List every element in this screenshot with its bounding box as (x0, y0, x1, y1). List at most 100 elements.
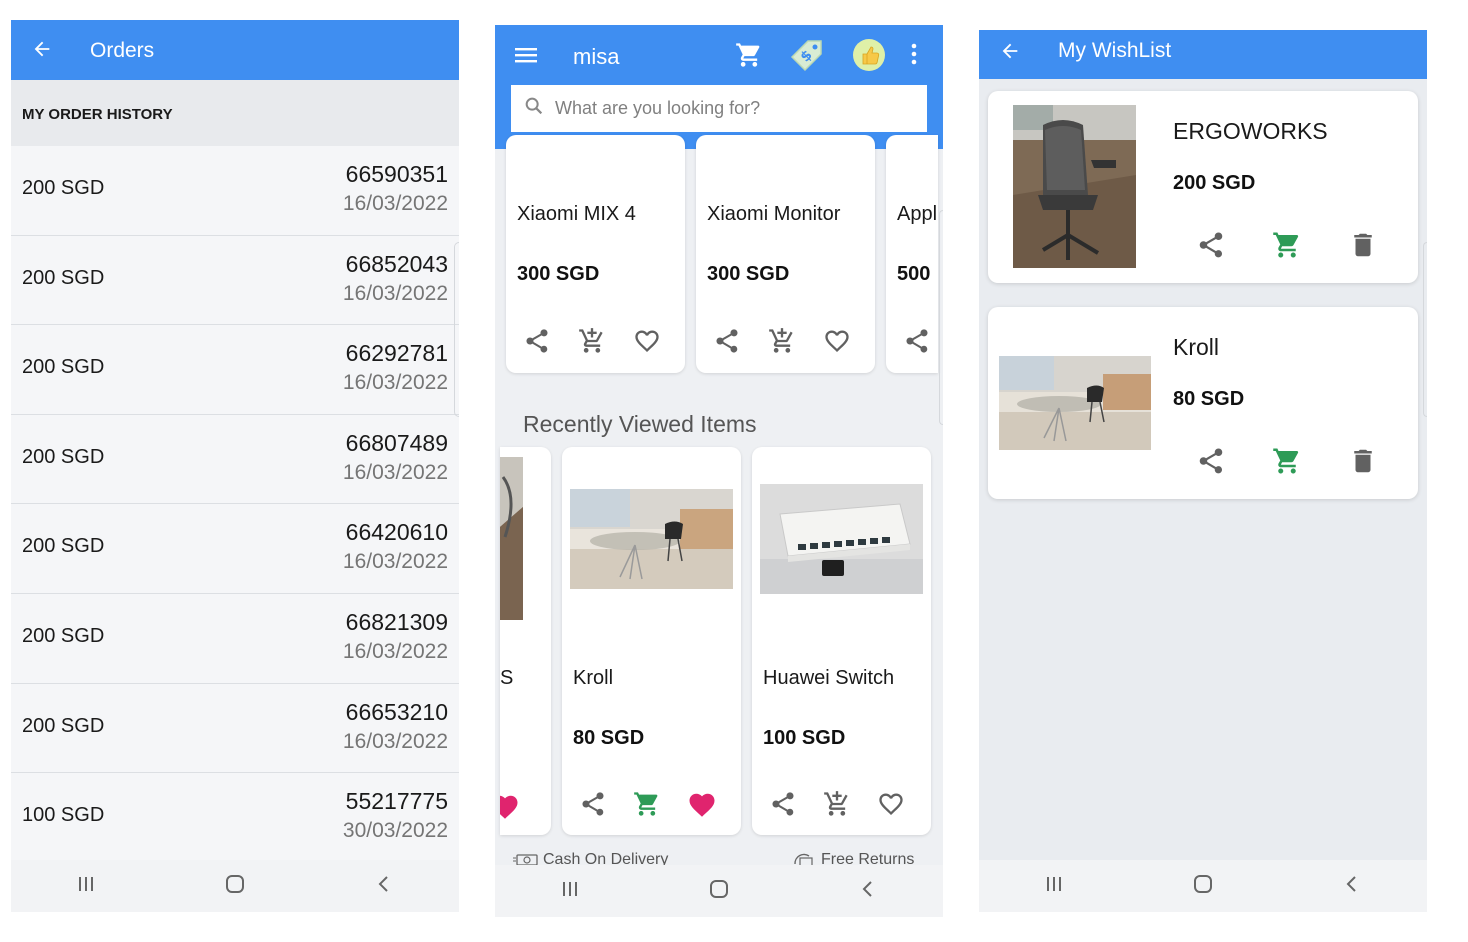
order-id: 66653210 (345, 698, 448, 725)
product-card[interactable]: Xiaomi Monitor 300 SGD (696, 135, 875, 373)
product-name: Xiaomi Monitor (707, 203, 841, 225)
product-price: 100 SGD (763, 727, 846, 749)
recent-item-card[interactable]: S (500, 447, 551, 835)
wishlist-item-price: 200 SGD (1173, 172, 1256, 194)
order-row[interactable]: 100 SGD 55217775 30/03/2022 (11, 773, 459, 863)
scroll-handle[interactable] (939, 210, 943, 425)
product-image (1013, 105, 1136, 268)
product-image (999, 356, 1151, 450)
add-to-cart-icon[interactable] (823, 790, 851, 823)
nav-back-icon[interactable] (857, 879, 879, 904)
product-image (760, 484, 923, 594)
more-vert-icon[interactable] (910, 43, 918, 70)
product-image (570, 489, 733, 589)
share-icon[interactable] (579, 790, 607, 825)
home-icon[interactable] (224, 874, 246, 899)
thumb-icon[interactable] (852, 38, 886, 77)
product-name: S (500, 667, 514, 689)
order-row[interactable]: 200 SGD 66807489 16/03/2022 (11, 414, 459, 505)
menu-icon[interactable] (515, 45, 537, 70)
share-icon[interactable] (713, 327, 741, 360)
wishlist-item-card[interactable]: ERGOWORKS 200 SGD (988, 91, 1418, 283)
heart-filled-icon[interactable] (500, 792, 520, 827)
product-card[interactable]: Appl 500 (886, 135, 938, 373)
order-amount: 200 SGD (22, 266, 105, 289)
share-icon[interactable] (769, 790, 797, 823)
order-amount: 200 SGD (22, 356, 105, 379)
order-list: 200 SGD 66590351 16/03/2022 200 SGD 6685… (11, 146, 459, 863)
order-row[interactable]: 200 SGD 66821309 16/03/2022 (11, 593, 459, 684)
page-title: My WishList (1058, 39, 1172, 62)
order-date: 16/03/2022 (342, 550, 448, 574)
cart-icon[interactable] (633, 790, 661, 825)
order-id: 66821309 (345, 608, 448, 635)
back-arrow-icon[interactable] (999, 40, 1021, 62)
order-amount: 200 SGD (22, 177, 105, 199)
nav-back-icon[interactable] (373, 874, 395, 899)
search-icon (523, 95, 545, 122)
recents-icon[interactable] (1043, 874, 1065, 899)
recents-icon[interactable] (75, 874, 97, 899)
product-name: Appl (897, 203, 938, 225)
nav-back-icon[interactable] (1341, 874, 1363, 899)
share-icon[interactable] (523, 327, 551, 360)
order-row[interactable]: 200 SGD 66420610 16/03/2022 (11, 504, 459, 594)
order-id: 66852043 (345, 250, 448, 277)
heart-outline-icon[interactable] (633, 327, 661, 360)
wishlist-item-card[interactable]: Kroll 80 SGD (988, 307, 1418, 499)
product-name: Xiaomi MIX 4 (517, 203, 636, 225)
cart-icon[interactable] (1272, 230, 1302, 265)
recently-viewed-title: Recently Viewed Items (523, 411, 757, 437)
add-to-cart-icon[interactable] (768, 327, 796, 360)
wishlist-item-name: Kroll (1173, 334, 1220, 360)
orders-screen: Orders MY ORDER HISTORY 200 SGD 66590351… (11, 20, 459, 912)
share-icon[interactable] (1196, 230, 1226, 265)
heart-outline-icon[interactable] (877, 790, 905, 823)
order-amount: 200 SGD (22, 714, 105, 737)
order-date: 16/03/2022 (342, 729, 448, 753)
home-icon[interactable] (708, 879, 730, 904)
recent-item-card[interactable]: Kroll 80 SGD (562, 447, 741, 835)
heart-filled-icon[interactable] (687, 790, 717, 825)
tag-icon[interactable]: $ (788, 37, 826, 78)
recents-icon[interactable] (559, 879, 581, 904)
search-input[interactable] (555, 98, 895, 119)
system-nav-bar (495, 865, 943, 917)
product-card[interactable]: Xiaomi MIX 4 300 SGD (506, 135, 685, 373)
delete-icon[interactable] (1348, 446, 1378, 481)
order-row[interactable]: 200 SGD 66852043 16/03/2022 (11, 235, 459, 326)
order-row[interactable]: 200 SGD 66590351 16/03/2022 (11, 146, 459, 236)
wishlist-item-price: 80 SGD (1173, 388, 1245, 410)
orders-app-bar: Orders (11, 20, 459, 80)
share-icon[interactable] (903, 327, 931, 360)
order-history-header: MY ORDER HISTORY (11, 80, 459, 146)
home-icon[interactable] (1192, 874, 1214, 899)
app-title: misa (573, 44, 620, 69)
heart-outline-icon[interactable] (823, 327, 851, 360)
order-amount: 200 SGD (22, 445, 105, 468)
order-id: 66590351 (345, 161, 448, 187)
order-date: 16/03/2022 (342, 192, 448, 215)
share-icon[interactable] (1196, 446, 1226, 481)
order-id: 66292781 (345, 340, 448, 367)
add-to-cart-icon[interactable] (578, 327, 606, 360)
order-id: 66420610 (345, 519, 448, 546)
order-row[interactable]: 200 SGD 66653210 16/03/2022 (11, 683, 459, 774)
cart-icon[interactable] (735, 41, 763, 74)
system-nav-bar (979, 860, 1427, 912)
product-price: 80 SGD (573, 727, 645, 749)
scroll-handle[interactable] (454, 242, 459, 417)
order-row[interactable]: 200 SGD 66292781 16/03/2022 (11, 325, 459, 415)
back-arrow-icon[interactable] (31, 38, 53, 60)
scroll-handle[interactable] (1423, 242, 1427, 417)
cart-icon[interactable] (1272, 446, 1302, 481)
recent-item-card[interactable]: Huawei Switch 100 SGD (752, 447, 931, 835)
page-title: Orders (90, 39, 155, 62)
order-date: 16/03/2022 (342, 639, 448, 663)
order-amount: 200 SGD (22, 624, 105, 647)
order-amount: 200 SGD (22, 535, 105, 558)
search-bar[interactable] (511, 85, 927, 132)
order-date: 30/03/2022 (342, 819, 448, 843)
delete-icon[interactable] (1348, 230, 1378, 265)
order-date: 16/03/2022 (342, 281, 448, 305)
